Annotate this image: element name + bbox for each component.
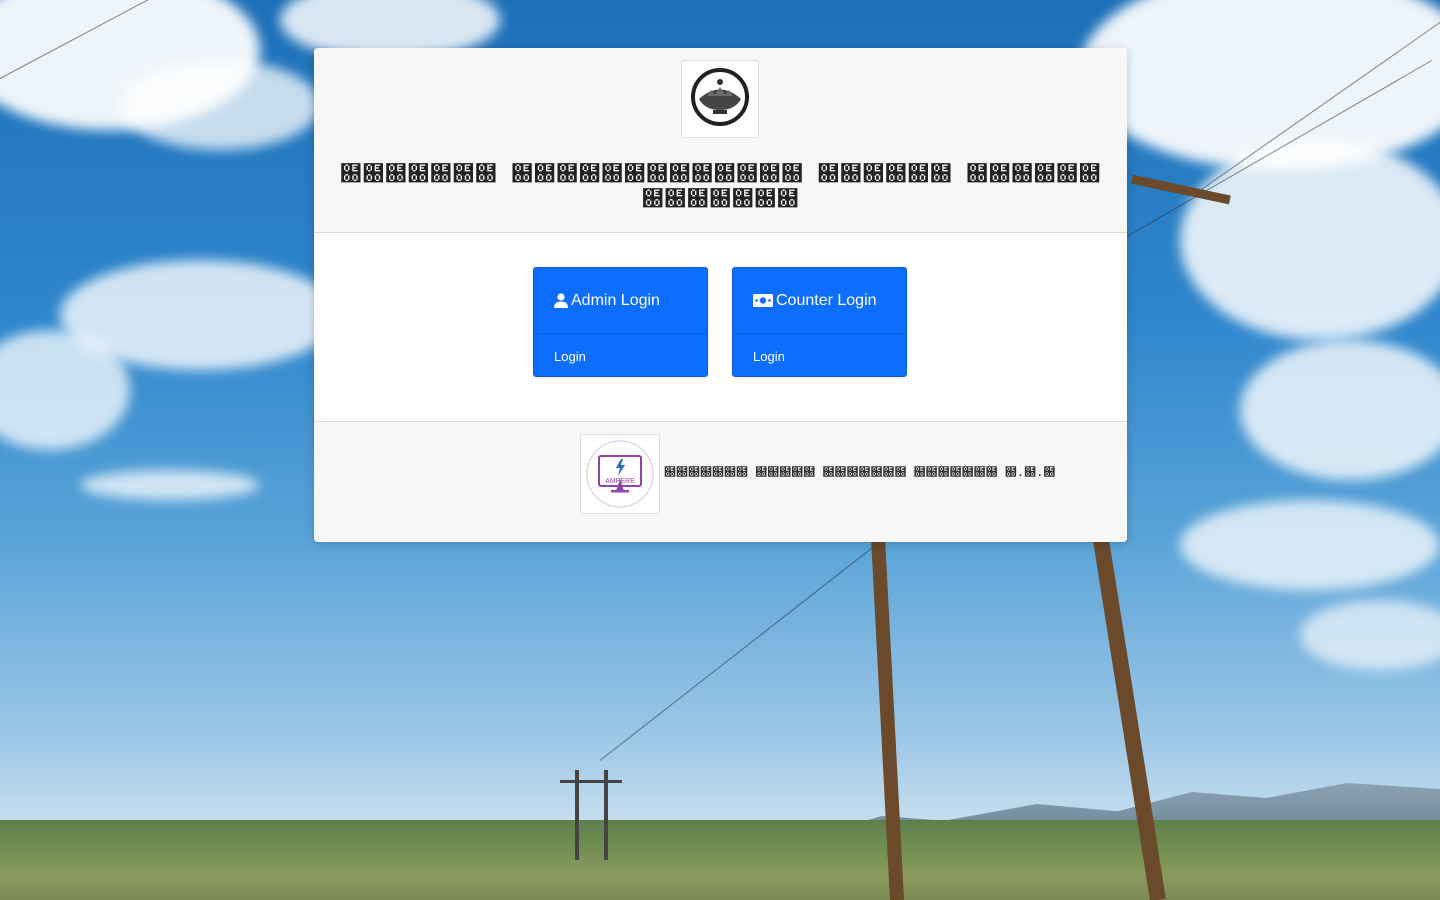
brand-logo: AMPERE <box>580 434 660 514</box>
card-footer: AMPERE ฀฀฀฀฀฀฀ ฀฀฀฀฀ ฀฀฀฀฀฀฀ ฀฀฀฀฀฀฀ ฀.฀… <box>314 421 1127 542</box>
footer-text: ฀฀฀฀฀฀฀ ฀฀฀฀฀ ฀฀฀฀฀฀฀ ฀฀฀฀฀฀฀ ฀.฀.฀ <box>664 465 1056 479</box>
counter-login-header[interactable]: Counter Login <box>733 268 906 334</box>
organization-logo <box>681 60 759 138</box>
monitor-lightning-icon: AMPERE <box>586 440 654 508</box>
counter-login-title: Counter Login <box>776 291 877 309</box>
counter-login-link[interactable]: Login <box>733 334 906 378</box>
svg-text:AMPERE: AMPERE <box>605 478 635 485</box>
admin-login-button[interactable]: Admin Login Login <box>533 267 708 377</box>
card-body: Admin Login Login Counter Login Login <box>314 233 1127 421</box>
admin-login-title: Admin Login <box>571 291 660 309</box>
user-icon <box>554 293 568 308</box>
counter-login-button[interactable]: Counter Login Login <box>732 267 907 377</box>
admin-login-header[interactable]: Admin Login <box>534 268 707 334</box>
organization-emblem-icon <box>689 66 751 133</box>
login-card: ฀฀฀฀฀฀฀ ฀฀฀฀฀฀฀฀฀฀฀฀฀ ฀฀฀฀฀฀ ฀฀฀฀฀฀ ฀฀฀฀… <box>314 48 1127 542</box>
admin-login-link[interactable]: Login <box>534 334 707 378</box>
money-bill-icon <box>753 294 773 307</box>
card-header: ฀฀฀฀฀฀฀ ฀฀฀฀฀฀฀฀฀฀฀฀฀ ฀฀฀฀฀฀ ฀฀฀฀฀฀ ฀฀฀฀… <box>314 48 1127 233</box>
page-title: ฀฀฀฀฀฀฀ ฀฀฀฀฀฀฀฀฀฀฀฀฀ ฀฀฀฀฀฀ ฀฀฀฀฀฀ ฀฀฀฀… <box>339 162 1102 212</box>
